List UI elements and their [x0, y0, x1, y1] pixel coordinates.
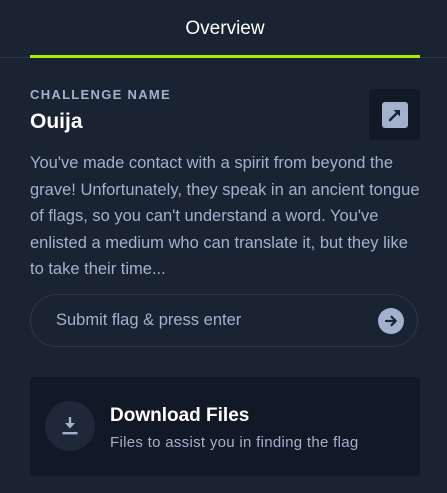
flag-input[interactable] [31, 294, 378, 347]
submit-flag-button[interactable] [378, 307, 404, 334]
download-files-title: Download Files [110, 405, 250, 426]
tab-overview[interactable]: Overview [30, 0, 420, 58]
external-link-icon [381, 101, 408, 128]
arrow-right-icon [384, 315, 397, 326]
open-challenge-button[interactable] [369, 89, 420, 140]
download-files-subtitle: Files to assist you in finding the flag [110, 434, 359, 451]
download-files-card[interactable]: Download Files Files to assist you in fi… [30, 377, 420, 476]
challenge-name-caption: CHALLENGE NAME [30, 87, 171, 102]
tab-bar: Overview [0, 0, 447, 58]
challenge-description: You've made contact with a spirit from b… [30, 154, 420, 278]
download-icon-circle [45, 401, 95, 451]
download-icon [62, 417, 78, 435]
flag-input-container [30, 294, 418, 347]
challenge-title: Ouija [30, 110, 83, 133]
